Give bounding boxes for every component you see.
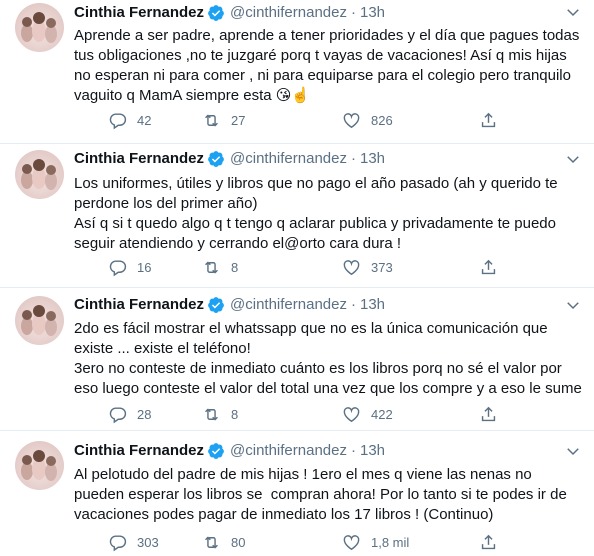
handle[interactable]: @cinthifernandez <box>230 441 347 461</box>
separator-dot: · <box>350 150 356 167</box>
reply-icon <box>108 258 127 277</box>
display-name[interactable]: Cinthia Fernandez <box>74 441 204 461</box>
like-count: 373 <box>371 259 393 275</box>
reply-button[interactable]: 42 <box>108 110 151 130</box>
avatar[interactable] <box>15 441 64 490</box>
retweet-count: 27 <box>231 112 246 128</box>
timestamp[interactable]: 13h <box>360 295 385 315</box>
like-button[interactable]: 422 <box>342 404 393 424</box>
more-icon[interactable] <box>562 295 584 315</box>
timestamp[interactable]: 13h <box>360 149 385 169</box>
retweet-icon <box>202 405 221 424</box>
share-icon <box>479 533 498 552</box>
like-button[interactable]: 826 <box>342 110 393 130</box>
retweet-icon <box>202 533 221 552</box>
handle[interactable]: @cinthifernandez <box>230 149 347 169</box>
tweet[interactable]: Cinthia Fernandez @cinthifernandez · 13h… <box>0 144 594 288</box>
tweet-text: Aprende a ser padre, aprende a tener pri… <box>74 27 584 104</box>
retweet-icon <box>202 111 221 130</box>
like-button[interactable]: 1,8 mil <box>342 532 409 552</box>
like-icon <box>342 111 361 130</box>
tweet-text: 2do es fácil mostrar el whatssapp que no… <box>74 320 582 397</box>
verified-badge-icon <box>207 150 225 168</box>
tweet-actions: 28 8 422 <box>74 404 584 424</box>
retweet-button[interactable]: 27 <box>202 110 245 130</box>
tweet-header: Cinthia Fernandez @cinthifernandez · 13h <box>74 295 385 315</box>
retweet-count: 80 <box>231 534 246 550</box>
avatar[interactable] <box>15 3 64 52</box>
retweet-button[interactable]: 8 <box>202 257 238 277</box>
reply-icon <box>108 111 127 130</box>
share-button[interactable] <box>479 110 498 130</box>
retweet-count: 8 <box>231 259 239 275</box>
tweet-actions: 42 27 826 <box>74 110 584 130</box>
avatar-photo <box>21 450 57 481</box>
reply-button[interactable]: 303 <box>108 532 159 552</box>
like-count: 1,8 mil <box>371 534 410 550</box>
reply-icon <box>108 405 127 424</box>
avatar-photo <box>21 159 57 190</box>
tweet-text: Al pelotudo del padre de mis hijas ! 1er… <box>74 466 571 523</box>
retweet-icon <box>202 258 221 277</box>
avatar[interactable] <box>15 150 64 199</box>
like-icon <box>342 258 361 277</box>
separator-dot: · <box>350 442 356 459</box>
timestamp[interactable]: 13h <box>360 3 385 23</box>
share-icon <box>479 111 498 130</box>
timeline: Cinthia Fernandez @cinthifernandez · 13h… <box>0 0 594 556</box>
verified-badge-icon <box>207 442 225 460</box>
reply-count: 303 <box>137 534 159 550</box>
retweet-button[interactable]: 8 <box>202 404 238 424</box>
tweet-header: Cinthia Fernandez @cinthifernandez · 13h <box>74 3 385 23</box>
like-count: 422 <box>371 406 393 422</box>
tweet[interactable]: Cinthia Fernandez @cinthifernandez · 13h… <box>0 288 594 431</box>
reply-count: 16 <box>137 259 152 275</box>
avatar[interactable] <box>15 296 64 345</box>
like-button[interactable]: 373 <box>342 257 393 277</box>
separator-dot: · <box>350 296 356 313</box>
verified-badge-icon <box>207 296 225 314</box>
avatar-photo <box>21 12 57 43</box>
display-name[interactable]: Cinthia Fernandez <box>74 295 204 315</box>
separator-dot: · <box>350 4 356 21</box>
avatar-photo <box>21 305 57 336</box>
tweet[interactable]: Cinthia Fernandez @cinthifernandez · 13h… <box>0 0 594 144</box>
timestamp[interactable]: 13h <box>360 441 385 461</box>
reply-button[interactable]: 28 <box>108 404 151 424</box>
reply-icon <box>108 533 127 552</box>
share-button[interactable] <box>479 404 498 424</box>
share-button[interactable] <box>479 257 498 277</box>
tweet[interactable]: Cinthia Fernandez @cinthifernandez · 13h… <box>0 431 594 556</box>
handle[interactable]: @cinthifernandez <box>230 3 347 23</box>
more-icon[interactable] <box>562 441 584 461</box>
verified-badge-icon <box>207 4 225 22</box>
like-icon <box>342 533 361 552</box>
like-icon <box>342 405 361 424</box>
share-icon <box>479 405 498 424</box>
more-icon[interactable] <box>562 149 584 169</box>
tweet-actions: 16 8 373 <box>74 257 584 277</box>
display-name[interactable]: Cinthia Fernandez <box>74 149 204 169</box>
retweet-button[interactable]: 80 <box>202 532 245 552</box>
retweet-count: 8 <box>231 406 239 422</box>
display-name[interactable]: Cinthia Fernandez <box>74 3 204 23</box>
share-button[interactable] <box>479 532 498 552</box>
share-icon <box>479 258 498 277</box>
like-count: 826 <box>371 112 393 128</box>
more-icon[interactable] <box>562 2 584 22</box>
handle[interactable]: @cinthifernandez <box>230 295 347 315</box>
reply-count: 28 <box>137 406 152 422</box>
tweet-text: Los uniformes, útiles y libros que no pa… <box>74 175 558 252</box>
tweet-header: Cinthia Fernandez @cinthifernandez · 13h <box>74 149 385 169</box>
tweet-actions: 303 80 1,8 mil <box>74 532 584 552</box>
tweet-header: Cinthia Fernandez @cinthifernandez · 13h <box>74 441 385 461</box>
reply-button[interactable]: 16 <box>108 257 151 277</box>
reply-count: 42 <box>137 112 152 128</box>
